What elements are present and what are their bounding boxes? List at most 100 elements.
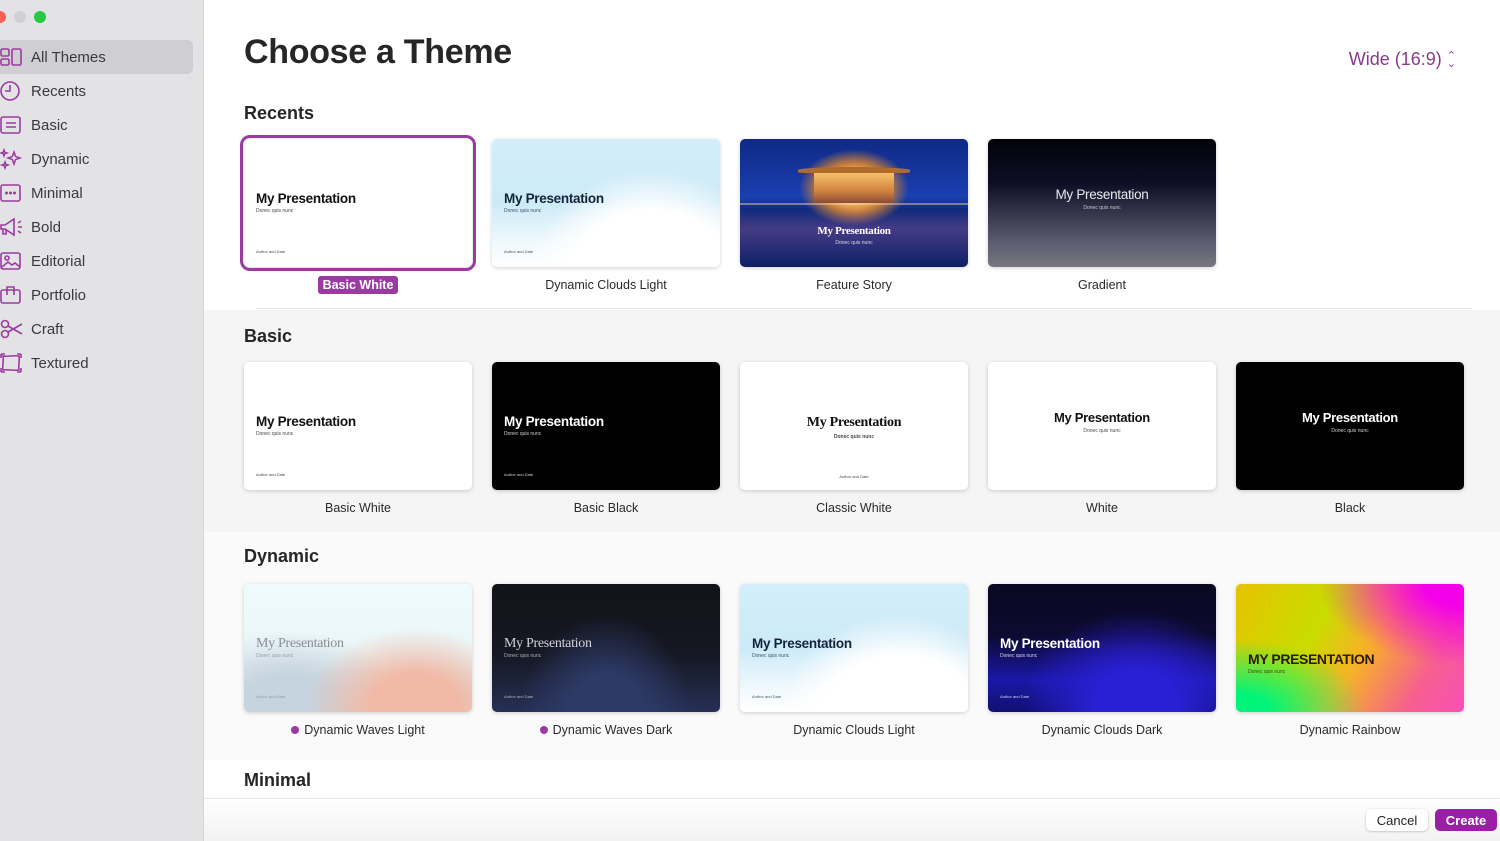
theme-chooser-window: All Themes Recents Basic Dynamic Minimal… xyxy=(0,0,1500,841)
section-title: Basic xyxy=(244,326,293,346)
thumbnail-author: Author and Date xyxy=(256,249,286,254)
theme-category-list: All Themes Recents Basic Dynamic Minimal… xyxy=(0,40,193,380)
theme-name-text: Dynamic Waves Light xyxy=(304,723,425,737)
thumbnail-author: Author and Date xyxy=(1000,694,1030,699)
theme-card-feature-story[interactable]: My Presentation Donec quis nunc Feature … xyxy=(740,139,968,294)
theme-name-text: Dynamic Waves Dark xyxy=(552,723,673,737)
sidebar-item-recents[interactable]: Recents xyxy=(0,74,193,108)
theme-card-basic-white[interactable]: My Presentation Donec quis nunc Author a… xyxy=(244,362,472,517)
theme-name: Dynamic Waves Dark xyxy=(539,721,673,739)
chevron-up-down-icon: ⌃ ⌄ xyxy=(1446,49,1456,70)
thumbnail-title: MY PRESENTATION xyxy=(1248,651,1375,667)
theme-card-dynamic-clouds-light[interactable]: My Presentation Donec quis nunc Author a… xyxy=(740,584,968,739)
slide-size-select[interactable]: Wide (16:9) ⌃ ⌄ xyxy=(1349,49,1456,70)
theme-card-classic-white[interactable]: My Presentation Donec quis nunc Author a… xyxy=(740,362,968,517)
thumbnail-subtitle: Donec quis nunc xyxy=(752,653,790,659)
thumbnail-title: My Presentation xyxy=(504,414,604,429)
theme-card-dynamic-waves-light[interactable]: My Presentation Donec quis nunc Author a… xyxy=(244,584,472,739)
theme-gallery: Choose a Theme Wide (16:9) ⌃ ⌄ Recents My… xyxy=(204,0,1500,841)
sidebar-item-dynamic[interactable]: Dynamic xyxy=(0,142,193,176)
thumbnail-subtitle: Donec quis nunc xyxy=(833,434,875,440)
theme-name-text: Classic White xyxy=(816,501,892,515)
theme-name: Dynamic Rainbow xyxy=(1300,721,1401,739)
sidebar-item-label: Textured xyxy=(31,354,89,372)
theme-card-basic-white[interactable]: My Presentation Donec quis nunc Author a… xyxy=(240,135,476,294)
sidebar-item-craft[interactable]: Craft xyxy=(0,312,193,346)
sidebar-item-label: Basic xyxy=(31,116,68,134)
theme-name-text: White xyxy=(1086,501,1118,515)
theme-card-gradient[interactable]: My Presentation Donec quis nunc Gradient xyxy=(988,139,1216,294)
minimize-window-button[interactable] xyxy=(14,11,26,23)
sidebar-item-basic[interactable]: Basic xyxy=(0,108,193,142)
theme-thumbnail: My Presentation Donec quis nunc Author a… xyxy=(740,584,968,712)
theme-thumbnail: My Presentation Donec quis nunc xyxy=(740,139,968,267)
theme-thumbnail: My Presentation Donec quis nunc Author a… xyxy=(988,584,1216,712)
sidebar-item-label: Editorial xyxy=(31,252,86,270)
sidebar-item-portfolio[interactable]: Portfolio xyxy=(0,278,193,312)
theme-thumbnail: MY PRESENTATION Donec quis nunc xyxy=(1236,584,1464,712)
theme-name-text: Dynamic Clouds Light xyxy=(793,723,915,737)
theme-card-dynamic-rainbow[interactable]: MY PRESENTATION Donec quis nunc Dynamic … xyxy=(1236,584,1464,739)
sidebar-item-textured[interactable]: Textured xyxy=(0,346,193,380)
sidebar-item-all-themes[interactable]: All Themes xyxy=(0,40,193,74)
section-dynamic: Dynamic My Presentation Donec quis nunc … xyxy=(204,532,1500,760)
thumbnail-title: My Presentation xyxy=(504,636,592,651)
thumbnail-subtitle: Donec quis nunc xyxy=(1083,205,1121,211)
thumbnail-title: My Presentation xyxy=(752,636,852,651)
theme-card-white[interactable]: My Presentation Donec quis nunc White xyxy=(988,362,1216,517)
thumbnail-author: Author and Date xyxy=(256,472,286,477)
maximize-window-button[interactable] xyxy=(34,11,46,23)
theme-name: Basic White xyxy=(317,276,399,294)
ellipsis-slide-icon xyxy=(0,182,24,204)
theme-card-basic-black[interactable]: My Presentation Donec quis nunc Author a… xyxy=(492,362,720,517)
theme-name: Gradient xyxy=(1078,276,1126,294)
thumbnail-subtitle: Donec quis nunc xyxy=(1000,653,1038,659)
new-theme-dot-icon xyxy=(539,726,548,734)
scissors-icon xyxy=(0,318,24,340)
photo-icon xyxy=(0,250,24,272)
thumbnail-title: My Presentation xyxy=(806,415,902,430)
section-basic: Basic My Presentation Donec quis nunc Au… xyxy=(204,310,1500,532)
sidebar-item-label: Portfolio xyxy=(31,286,87,304)
thumbnail-subtitle: Donec quis nunc xyxy=(835,240,873,246)
sidebar-item-label: Recents xyxy=(31,82,87,100)
opera-house-image xyxy=(798,167,910,203)
theme-name: Dynamic Clouds Dark xyxy=(1042,721,1163,739)
theme-card-dynamic-clouds-dark[interactable]: My Presentation Donec quis nunc Author a… xyxy=(988,584,1216,739)
theme-card-dynamic-clouds-light[interactable]: My Presentation Donec quis nunc Author a… xyxy=(492,139,720,294)
create-button[interactable]: Create xyxy=(1435,809,1497,831)
theme-thumbnail: My Presentation Donec quis nunc Author a… xyxy=(740,362,968,490)
thumbnail-author: Author and Date xyxy=(256,694,286,699)
theme-card-black[interactable]: My Presentation Donec quis nunc Black xyxy=(1236,362,1464,517)
theme-name-text: Dynamic Rainbow xyxy=(1299,723,1401,737)
sidebar-item-bold[interactable]: Bold xyxy=(0,210,193,244)
theme-name: Feature Story xyxy=(816,276,892,294)
dialog-footer: Cancel Create xyxy=(204,798,1500,841)
theme-name-text: Dynamic Clouds Dark xyxy=(1041,723,1163,737)
section-title: Minimal xyxy=(244,770,312,790)
theme-card-dynamic-waves-dark[interactable]: My Presentation Donec quis nunc Author a… xyxy=(492,584,720,739)
page-title: Choose a Theme xyxy=(244,33,512,71)
theme-thumbnail: My Presentation Donec quis nunc Author a… xyxy=(244,584,472,712)
theme-name-text: Feature Story xyxy=(816,278,892,292)
sidebar-item-label: Minimal xyxy=(31,184,83,202)
theme-name-text: Gradient xyxy=(1078,278,1126,292)
theme-thumbnail: My Presentation Donec quis nunc xyxy=(988,139,1216,267)
theme-name: Basic Black xyxy=(574,499,639,517)
theme-thumbnail: My Presentation Donec quis nunc xyxy=(1236,362,1464,490)
thumbnail-title: My Presentation xyxy=(817,225,891,237)
theme-name: Dynamic Waves Light xyxy=(291,721,425,739)
thumbnail-title: My Presentation xyxy=(1000,636,1100,651)
thumbnail-title: My Presentation xyxy=(256,191,356,206)
briefcase-icon xyxy=(0,284,24,306)
theme-row: My Presentation Donec quis nunc Author a… xyxy=(244,362,1464,517)
thumbnail-subtitle: Donec quis nunc xyxy=(1083,428,1121,434)
theme-name-text: Black xyxy=(1334,501,1366,515)
sidebar-item-minimal[interactable]: Minimal xyxy=(0,176,193,210)
section-recents: Recents My Presentation Donec quis nunc … xyxy=(204,95,1500,310)
cancel-button[interactable]: Cancel xyxy=(1366,809,1428,831)
basic-slide-icon xyxy=(0,114,24,136)
sidebar-item-editorial[interactable]: Editorial xyxy=(0,244,193,278)
theme-thumbnail: My Presentation Donec quis nunc xyxy=(988,362,1216,490)
close-window-button[interactable] xyxy=(0,11,6,23)
